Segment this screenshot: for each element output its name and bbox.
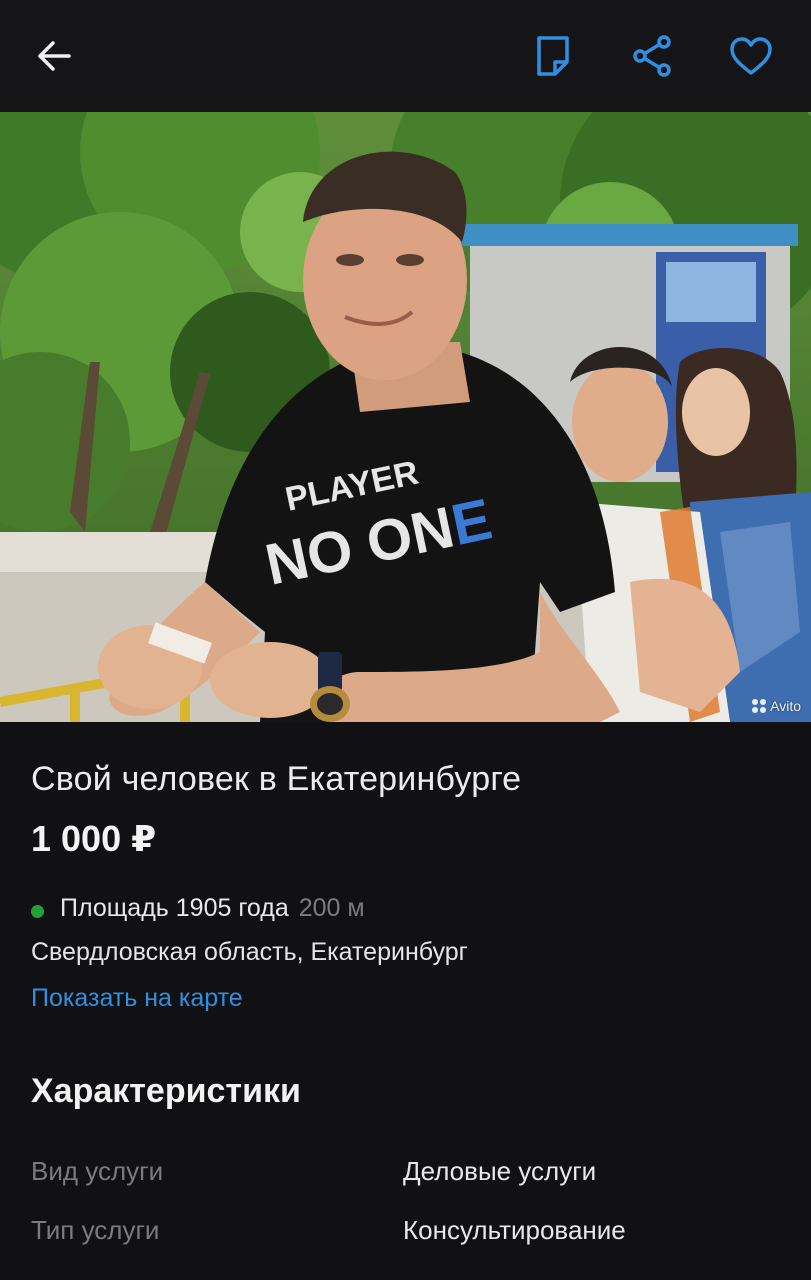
- avito-watermark: Avito: [752, 698, 801, 714]
- top-toolbar: [0, 0, 811, 112]
- characteristic-key: Тип услуги: [31, 1215, 160, 1245]
- characteristic-value: Консультирование: [403, 1215, 626, 1245]
- avito-logo-icon: [752, 699, 767, 713]
- share-button[interactable]: [624, 30, 680, 82]
- arrow-left-icon: [38, 41, 71, 71]
- add-note-button[interactable]: [526, 30, 580, 82]
- watermark-text: Avito: [770, 698, 801, 714]
- characteristic-row: Вид услуги Деловые услуги: [31, 1156, 791, 1196]
- metro-station: Площадь 1905 года 200 м: [31, 894, 365, 923]
- metro-line-dot: [31, 905, 44, 918]
- heart-icon: [730, 37, 772, 75]
- characteristic-value: Деловые услуги: [403, 1156, 597, 1186]
- listing-title: Свой человек в Екатеринбурге: [31, 760, 522, 798]
- note-icon: [537, 36, 569, 76]
- characteristic-row: Тип услуги Консультирование: [31, 1215, 791, 1255]
- show-on-map-link[interactable]: Показать на карте: [31, 984, 243, 1013]
- characteristic-key: Вид услуги: [31, 1156, 164, 1186]
- share-icon: [633, 35, 671, 77]
- favorite-button[interactable]: [722, 30, 780, 82]
- metro-name: Площадь 1905 года: [60, 894, 289, 922]
- listing-photo[interactable]: PLAYER NO ONE Avito: [0, 112, 811, 722]
- back-button[interactable]: [26, 30, 82, 82]
- listing-price: 1 000 ₽: [31, 818, 157, 859]
- photo-illustration: PLAYER NO ONE: [0, 112, 811, 722]
- listing-region: Свердловская область, Екатеринбург: [31, 938, 468, 966]
- characteristics-heading: Характеристики: [31, 1072, 301, 1110]
- metro-distance: 200 м: [298, 894, 365, 922]
